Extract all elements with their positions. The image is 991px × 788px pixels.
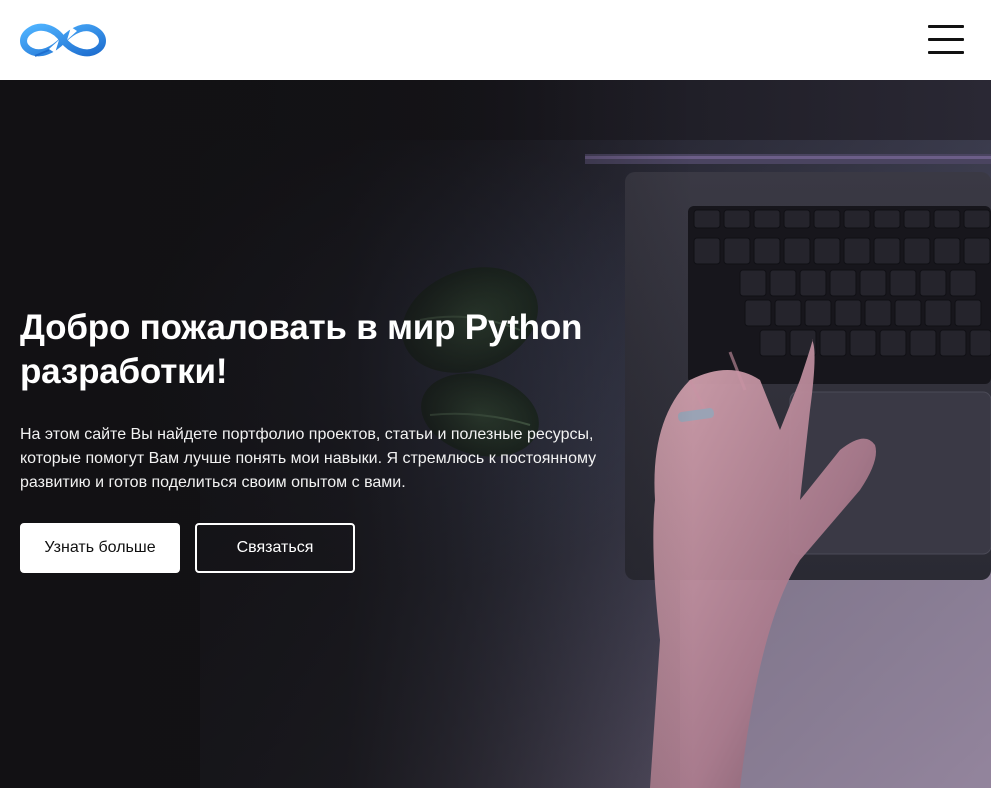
infinity-logo-icon[interactable]	[19, 20, 107, 60]
hero-description: На этом сайте Вы найдете портфолио проек…	[20, 426, 597, 491]
hero-title: Добро пожаловать в мир Python разработки…	[20, 308, 583, 391]
contact-button[interactable]: Связаться	[195, 523, 355, 573]
page: Добро пожаловать в мир Python разработки…	[0, 0, 991, 788]
menu-bar	[928, 51, 964, 54]
menu-bar	[928, 38, 964, 41]
hero-section: Добро пожаловать в мир Python разработки…	[0, 80, 991, 788]
hamburger-menu-icon[interactable]	[928, 24, 964, 56]
site-header	[0, 0, 991, 80]
learn-more-button[interactable]: Узнать больше	[20, 523, 180, 573]
menu-bar	[928, 25, 964, 28]
